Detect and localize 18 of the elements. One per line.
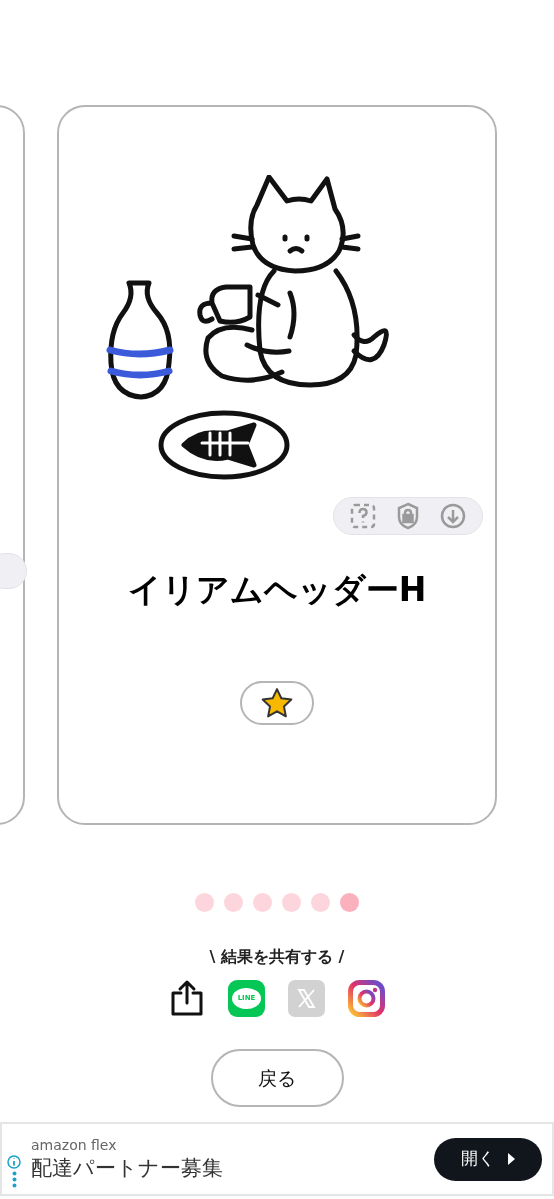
result-title: イリアムヘッダーH: [127, 569, 427, 611]
info-icon[interactable]: [7, 1154, 21, 1169]
back-button[interactable]: 戻る: [210, 1049, 344, 1107]
star-icon: [260, 686, 294, 719]
sake-bottle-icon: [106, 280, 174, 400]
lock-shield-icon[interactable]: [396, 502, 420, 530]
instagram-logo-icon[interactable]: [348, 979, 385, 1017]
share-icon[interactable]: [169, 979, 205, 1017]
play-arrow-icon: [507, 1153, 515, 1165]
download-icon[interactable]: [440, 503, 466, 529]
x-logo-icon[interactable]: [288, 979, 325, 1017]
more-dots-icon[interactable]: [11, 1170, 17, 1188]
ad-headline: 配達パートナー募集: [31, 1154, 223, 1181]
open-button[interactable]: 開く: [434, 1137, 542, 1181]
share-label: \ 結果を共有する /: [209, 946, 345, 968]
unknown-icon[interactable]: [350, 503, 376, 529]
ad-sponsor: amazon flex: [31, 1137, 118, 1155]
favorite-button[interactable]: [240, 680, 314, 725]
